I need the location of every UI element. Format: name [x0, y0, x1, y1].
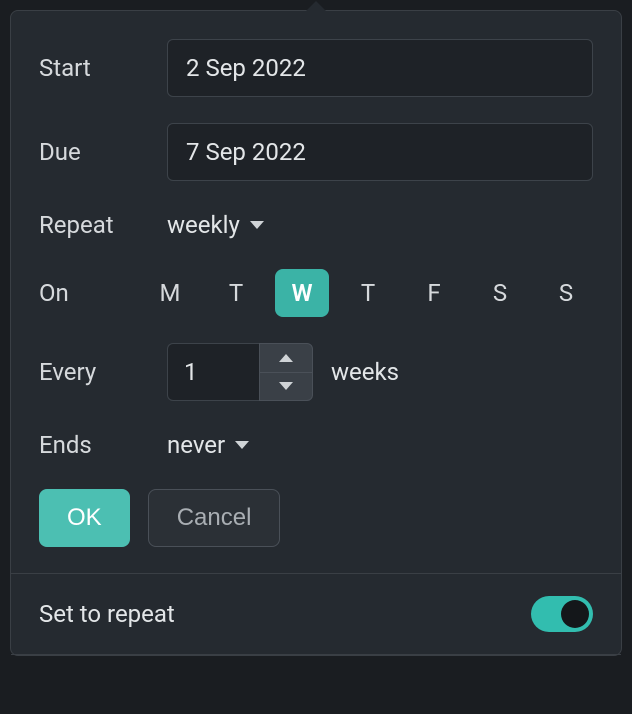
day-sat[interactable]: S — [473, 269, 527, 317]
due-date-input[interactable]: 7 Sep 2022 — [167, 123, 593, 181]
day-tue[interactable]: T — [209, 269, 263, 317]
repeat-row: Repeat weekly — [39, 207, 593, 243]
due-label: Due — [39, 138, 167, 166]
due-row: Due 7 Sep 2022 — [39, 123, 593, 181]
repeat-value: weekly — [167, 211, 240, 239]
ends-dropdown[interactable]: never — [167, 427, 249, 463]
repeat-dropdown[interactable]: weekly — [167, 207, 264, 243]
day-thu[interactable]: T — [341, 269, 395, 317]
stepper-down-button[interactable] — [260, 373, 312, 401]
repeat-toggle-row: Set to repeat — [39, 574, 593, 654]
ends-value: never — [167, 431, 225, 459]
every-row: Every 1 weeks — [39, 343, 593, 401]
repeat-label: Repeat — [39, 211, 167, 239]
set-to-repeat-label: Set to repeat — [39, 600, 175, 628]
weekday-picker: M T W T F S S — [143, 269, 593, 317]
every-stepper: 1 — [167, 343, 313, 401]
stepper-up-button[interactable] — [260, 344, 312, 373]
cancel-button[interactable]: Cancel — [148, 489, 281, 547]
ends-label: Ends — [39, 431, 167, 459]
stepper-buttons — [259, 343, 313, 401]
every-value-input[interactable]: 1 — [167, 343, 259, 401]
on-row: On M T W T F S S — [39, 269, 593, 317]
start-date-input[interactable]: 2 Sep 2022 — [167, 39, 593, 97]
chevron-down-icon — [279, 382, 293, 390]
chevron-up-icon — [279, 354, 293, 362]
caret-down-icon — [235, 441, 249, 449]
toggle-knob — [561, 600, 589, 628]
action-buttons: OK Cancel — [39, 489, 593, 547]
day-fri[interactable]: F — [407, 269, 461, 317]
every-unit: weeks — [331, 358, 399, 386]
start-row: Start 2 Sep 2022 — [39, 39, 593, 97]
caret-down-icon — [250, 221, 264, 229]
recurrence-popover: Start 2 Sep 2022 Due 7 Sep 2022 Repeat w… — [10, 10, 622, 656]
divider — [11, 654, 621, 655]
repeat-toggle[interactable] — [531, 596, 593, 632]
every-label: Every — [39, 358, 167, 386]
day-sun[interactable]: S — [539, 269, 593, 317]
day-mon[interactable]: M — [143, 269, 197, 317]
start-label: Start — [39, 54, 167, 82]
ends-row: Ends never — [39, 427, 593, 463]
day-wed[interactable]: W — [275, 269, 329, 317]
on-label: On — [39, 279, 143, 307]
ok-button[interactable]: OK — [39, 489, 130, 547]
